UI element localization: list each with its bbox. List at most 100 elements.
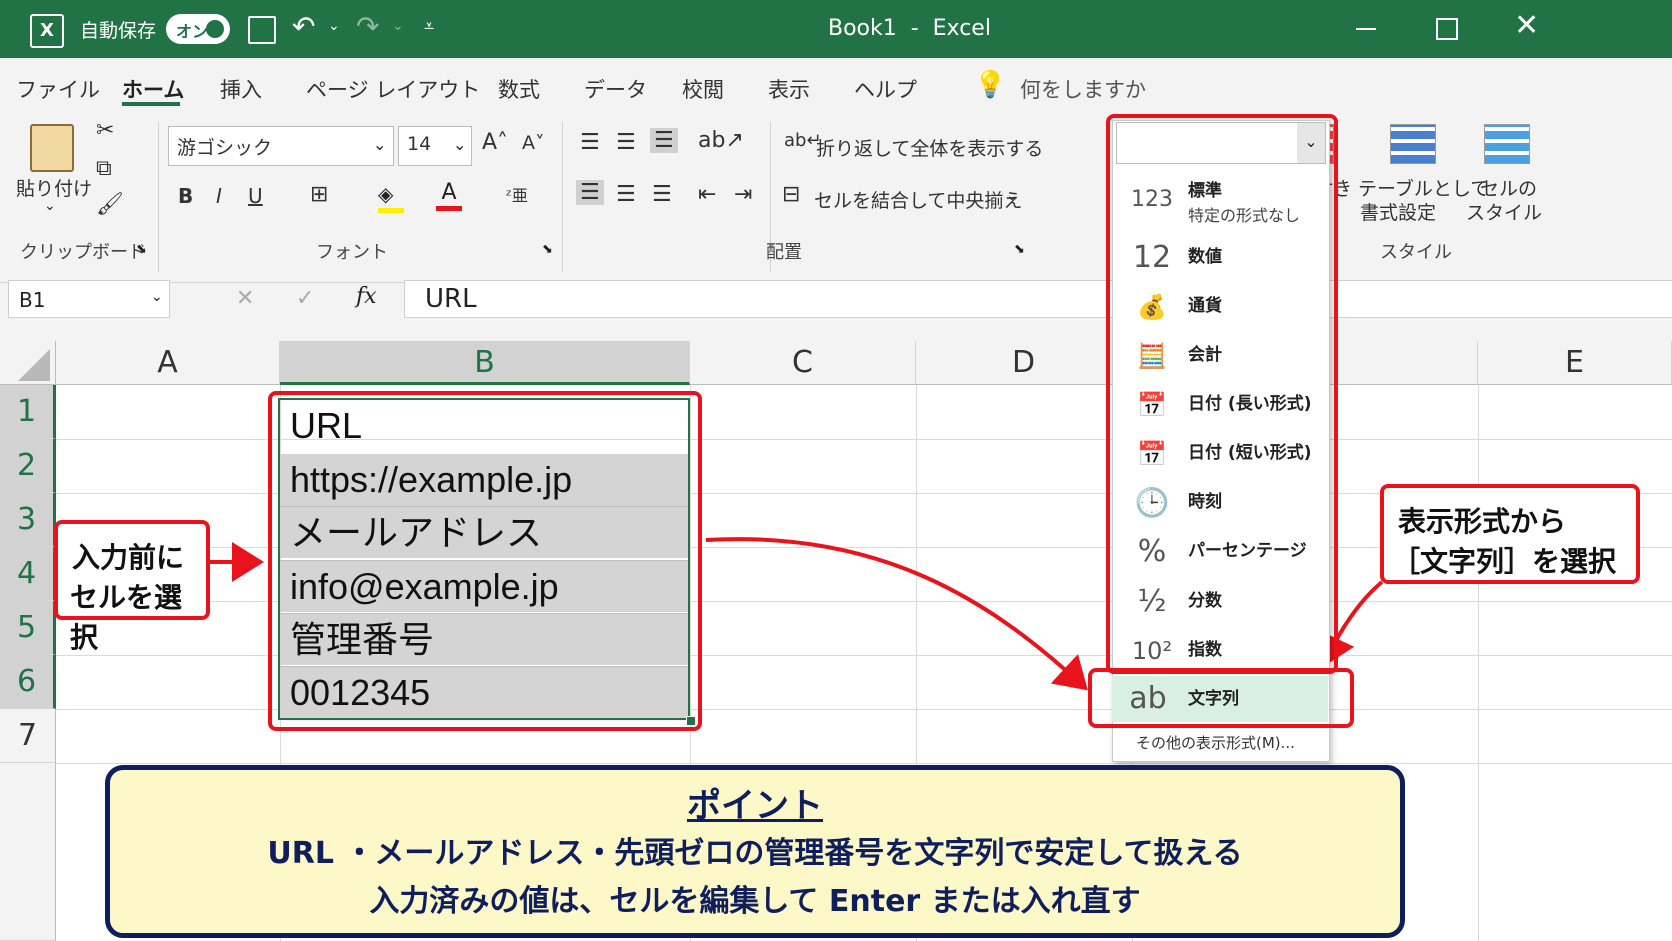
point-title: ポイント	[687, 786, 823, 826]
format-as-table-icon[interactable]	[1390, 124, 1436, 164]
tab-home-underline	[122, 102, 180, 106]
increase-indent-icon[interactable]: ⇥	[734, 182, 752, 207]
callout-select-cells: 入力前に セルを選択	[54, 520, 210, 654]
save-icon[interactable]	[248, 16, 276, 44]
font-name-combo[interactable]: 游ゴシック ⌄	[168, 126, 394, 166]
chevron-down-icon: ⌄	[151, 289, 163, 305]
decrease-font-icon[interactable]: A˅	[522, 132, 545, 154]
close-icon[interactable]: ✕	[1514, 8, 1539, 43]
fill-color-icon[interactable]: ◈	[378, 182, 404, 213]
paste-button[interactable]: 貼り付け	[16, 174, 92, 201]
tab-help[interactable]: ヘルプ	[854, 74, 917, 104]
bold-icon[interactable]: B	[178, 184, 193, 208]
paste-icon[interactable]	[30, 124, 74, 172]
paste-dropdown-icon[interactable]: ⌄	[44, 198, 56, 214]
select-all-corner[interactable]	[0, 341, 56, 385]
align-left-icon[interactable]: ☰	[576, 180, 604, 205]
font-group-label: フォント	[316, 242, 388, 263]
redo-dropdown-icon[interactable]: ⌄	[392, 18, 404, 34]
tab-view[interactable]: 表示	[768, 74, 810, 104]
maximize-icon[interactable]	[1436, 18, 1458, 40]
separator	[562, 122, 563, 272]
window-title: Book1 - Excel	[828, 16, 991, 41]
align-right-icon[interactable]: ☰	[652, 182, 672, 207]
format-painter-icon[interactable]: 🖌	[96, 192, 124, 217]
dialog-launcher-icon[interactable]: ⬊	[136, 242, 147, 257]
tab-page-layout[interactable]: ページ レイアウト	[306, 74, 480, 104]
font-color-icon[interactable]: A	[436, 180, 462, 211]
decrease-indent-icon[interactable]: ⇤	[698, 182, 716, 207]
point-line-1: URL ・メールアドレス・先頭ゼロの管理番号を文字列で安定して扱える	[267, 836, 1243, 871]
orientation-icon[interactable]: ab↗	[698, 128, 744, 153]
undo-icon[interactable]: ↶	[292, 10, 315, 43]
autosave-state: オン	[176, 22, 209, 41]
autosave-toggle[interactable]: オン	[166, 14, 230, 44]
increase-font-icon[interactable]: A˄	[482, 130, 508, 155]
excel-logo-icon: X	[30, 14, 64, 48]
italic-icon[interactable]: I	[216, 184, 222, 208]
column-header-d[interactable]: D	[916, 341, 1132, 385]
cell-styles-label[interactable]: セルの	[1480, 174, 1537, 201]
align-middle-icon[interactable]: ☰	[616, 130, 636, 155]
tab-review[interactable]: 校閲	[682, 74, 724, 104]
row-header-2[interactable]: 2	[0, 439, 56, 493]
name-box-value: B1	[19, 288, 46, 312]
minimize-icon[interactable]	[1356, 28, 1376, 30]
tab-file[interactable]: ファイル	[16, 74, 100, 104]
undo-dropdown-icon[interactable]: ⌄	[328, 18, 340, 34]
tell-me-search[interactable]: 何をしますか	[1020, 74, 1146, 104]
text-format-highlight-box	[1088, 668, 1354, 728]
alignment-group-label: 配置	[766, 242, 802, 263]
lightbulb-icon: 💡	[974, 70, 1007, 100]
row-header-4[interactable]: 4	[0, 547, 56, 601]
callout-line-2: セルを選択	[70, 581, 183, 654]
cell-styles-icon[interactable]	[1484, 124, 1530, 164]
column-header-c[interactable]: C	[690, 341, 916, 385]
cancel-icon[interactable]: ✕	[236, 286, 254, 311]
font-size-value: 14	[407, 133, 432, 155]
redo-icon[interactable]: ↷	[356, 10, 379, 43]
dialog-launcher-icon[interactable]: ⬊	[1014, 242, 1025, 257]
dialog-launcher-icon[interactable]: ⬊	[542, 242, 553, 257]
formula-input[interactable]: URL	[404, 280, 1672, 318]
phonetic-icon[interactable]: ᶻ亜	[506, 182, 528, 206]
column-header-e[interactable]: E	[1478, 341, 1672, 385]
format-as-table-label[interactable]: テーブルとして	[1358, 174, 1489, 201]
chevron-down-icon[interactable]: ⌄	[1006, 188, 1018, 204]
callout-line-1: 入力前に	[72, 541, 185, 574]
align-center-icon[interactable]: ☰	[616, 182, 636, 207]
callout-line-2: ［文字列］を選択	[1392, 545, 1617, 578]
underline-icon[interactable]: U	[248, 184, 263, 208]
tab-formulas[interactable]: 数式	[498, 74, 540, 104]
row-header-8[interactable]	[0, 763, 56, 941]
customize-qat-icon[interactable]: ⩡	[424, 16, 434, 37]
more-number-formats[interactable]: その他の表示形式(M)...	[1136, 732, 1295, 753]
row-header-3[interactable]: 3	[0, 493, 56, 547]
row-header-5[interactable]: 5	[0, 601, 56, 655]
title-bar: X 自動保存 オン ↶ ⌄ ↷ ⌄ ⩡ Book1 - Excel ✕	[0, 0, 1672, 58]
callout-line-1: 表示形式から	[1398, 505, 1567, 538]
format-as-table-label-2[interactable]: 書式設定	[1360, 198, 1436, 225]
cut-icon[interactable]: ✂	[96, 118, 114, 143]
autosave-label: 自動保存	[80, 20, 157, 42]
enter-icon[interactable]: ✓	[296, 286, 314, 311]
row-header-1[interactable]: 1	[0, 385, 56, 439]
row-header-6[interactable]: 6	[0, 655, 56, 709]
row-header-7[interactable]: 7	[0, 709, 56, 763]
tab-home[interactable]: ホーム	[122, 74, 184, 104]
font-size-combo[interactable]: 14 ⌄	[398, 126, 472, 166]
cell-styles-label-2[interactable]: スタイル	[1466, 198, 1542, 225]
name-box[interactable]: B1 ⌄	[8, 280, 170, 318]
chevron-down-icon: ⌄	[373, 135, 387, 154]
wrap-text-button[interactable]: 折り返して全体を表示する	[816, 134, 1043, 161]
column-header-b[interactable]: B	[280, 341, 690, 385]
align-top-icon[interactable]: ☰	[580, 130, 600, 155]
copy-icon[interactable]: ⧉	[96, 156, 112, 181]
align-bottom-icon[interactable]: ☰	[650, 128, 678, 153]
tab-data[interactable]: データ	[584, 74, 647, 104]
insert-function-icon[interactable]: fx	[356, 284, 377, 309]
column-header-a[interactable]: A	[56, 341, 280, 385]
tab-insert[interactable]: 挿入	[220, 74, 262, 104]
merge-center-button[interactable]: セルを結合して中央揃え	[814, 186, 1022, 213]
border-icon[interactable]: ⊞	[310, 182, 328, 207]
